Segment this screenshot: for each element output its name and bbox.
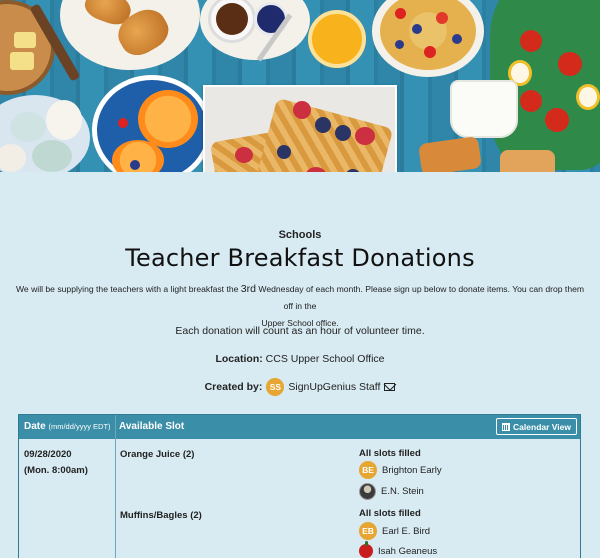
table-header: Date (mm/dd/yyyy EDT) Available Slot Cal…	[19, 415, 580, 439]
envelope-icon[interactable]	[384, 383, 396, 391]
description-emphasis: 3rd	[240, 283, 256, 295]
column-divider	[115, 415, 116, 558]
person-name: E.N. Stein	[381, 486, 424, 497]
person-name: Brighton Early	[382, 464, 442, 476]
description-text: Wednesday of each month. Please sign up …	[255, 284, 585, 311]
page-title: Teacher Breakfast Donations	[125, 244, 475, 272]
creator-name: SignUpGenius Staff	[288, 381, 381, 393]
created-by-label: Created by:	[204, 381, 263, 393]
date-format-hint: (mm/dd/yyyy EDT)	[48, 422, 111, 431]
apple-icon	[359, 541, 373, 558]
slot-status: All slots filled	[359, 508, 421, 519]
signup-person: Isah Geaneus	[359, 541, 438, 558]
milk-pitcher	[450, 80, 518, 138]
slot-date: 09/28/2020 (Mon. 8:00am)	[24, 447, 88, 479]
signup-table: Date (mm/dd/yyyy EDT) Available Slot Cal…	[18, 414, 581, 558]
date-column-header: Date (mm/dd/yyyy EDT)	[24, 421, 111, 432]
created-by: Created by: SS SignUpGenius Staff	[0, 378, 600, 396]
signup-person: BE Brighton Early	[359, 461, 442, 479]
slot-item-name: Orange Juice (2)	[120, 449, 195, 460]
header-banner	[0, 0, 600, 172]
slot-item-name: Muffins/Bagles (2)	[120, 510, 202, 521]
orange-juice-glass	[308, 10, 366, 68]
slot-status: All slots filled	[359, 448, 421, 459]
waffle-photo	[203, 85, 397, 172]
location: Location: CCS Upper School Office	[0, 353, 600, 365]
creator-avatar: SS	[266, 378, 285, 396]
location-label: Location:	[215, 353, 263, 365]
category-label[interactable]: Schools	[0, 229, 600, 241]
calendar-icon	[502, 422, 511, 431]
person-photo	[359, 483, 376, 500]
description-text: We will be supplying the teachers with a…	[15, 284, 241, 294]
slot-column-header: Available Slot	[119, 421, 185, 432]
calendar-view-label: Calendar View	[513, 421, 571, 432]
person-name: Earl E. Bird	[382, 525, 431, 537]
signup-person: E.N. Stein	[359, 483, 424, 500]
person-avatar: BE	[359, 461, 377, 479]
volunteer-credit-note: Each donation will count as an hour of v…	[175, 325, 425, 337]
calendar-view-button[interactable]: Calendar View	[496, 418, 577, 435]
butter-board	[0, 0, 55, 95]
location-value: CCS Upper School Office	[265, 353, 385, 365]
person-name: Isah Geaneus	[378, 545, 438, 557]
person-avatar: EB	[359, 522, 377, 540]
slot-time: (Mon. 8:00am)	[24, 465, 88, 476]
signup-person: EB Earl E. Bird	[359, 522, 430, 540]
